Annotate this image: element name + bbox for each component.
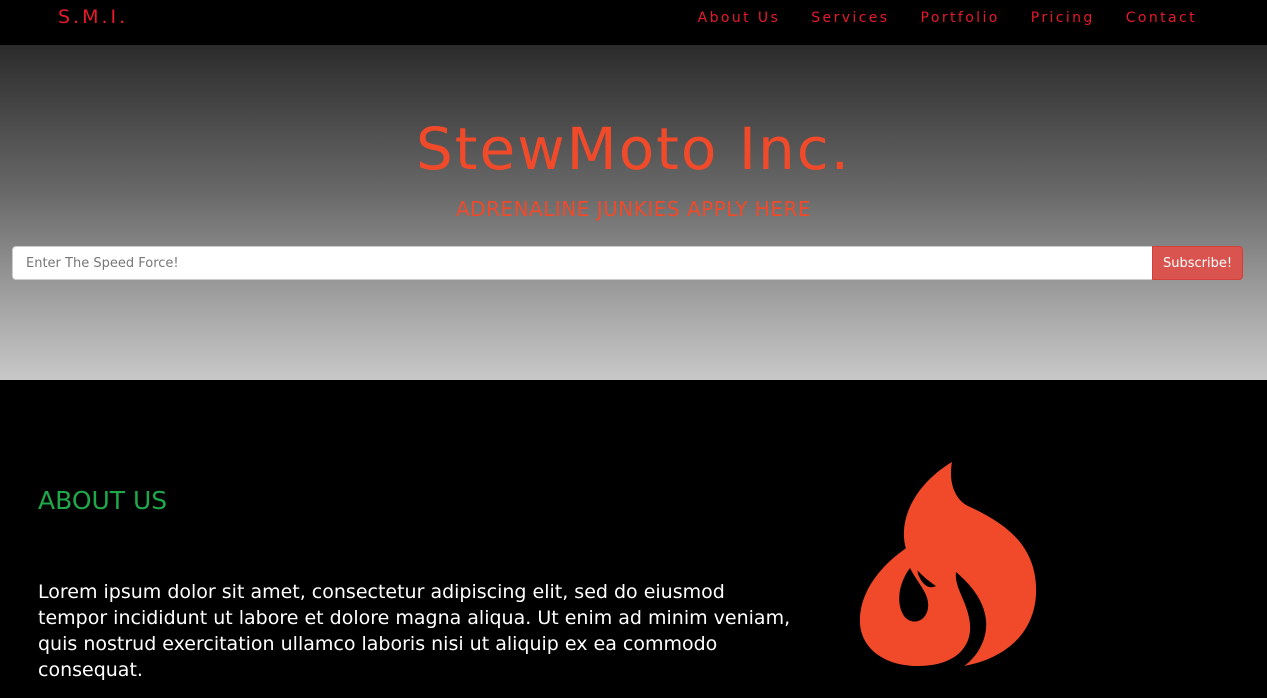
- subscribe-button[interactable]: Subscribe!: [1152, 246, 1243, 280]
- nav-link-services[interactable]: Services: [811, 10, 889, 26]
- nav-links: About Us Services Portfolio Pricing Cont…: [667, 10, 1197, 26]
- hero-title: StewMoto Inc.: [415, 115, 852, 183]
- brand-logo[interactable]: S.M.I.: [58, 6, 128, 28]
- nav-link-contact[interactable]: Contact: [1126, 10, 1197, 26]
- nav-link-about-us[interactable]: About Us: [698, 10, 781, 26]
- about-heading: ABOUT US: [38, 486, 168, 515]
- hero-tagline: ADRENALINE JUNKIES APPLY HERE: [455, 197, 812, 221]
- flame-shape: [859, 462, 1037, 666]
- nav-link-portfolio[interactable]: Portfolio: [921, 10, 1000, 26]
- about-text: Lorem ipsum dolor sit amet, consectetur …: [38, 581, 791, 681]
- speed-force-input[interactable]: [12, 246, 1152, 280]
- navbar: S.M.I. About Us Services Portfolio Prici…: [0, 0, 1267, 45]
- nav-link-pricing[interactable]: Pricing: [1031, 10, 1095, 26]
- about-section: ABOUT US Lorem ipsum dolor sit amet, con…: [0, 380, 1267, 698]
- flame-icon: [859, 462, 1037, 666]
- hero-section: StewMoto Inc. ADRENALINE JUNKIES APPLY H…: [0, 45, 1267, 380]
- subscribe-form: Subscribe!: [12, 246, 1243, 280]
